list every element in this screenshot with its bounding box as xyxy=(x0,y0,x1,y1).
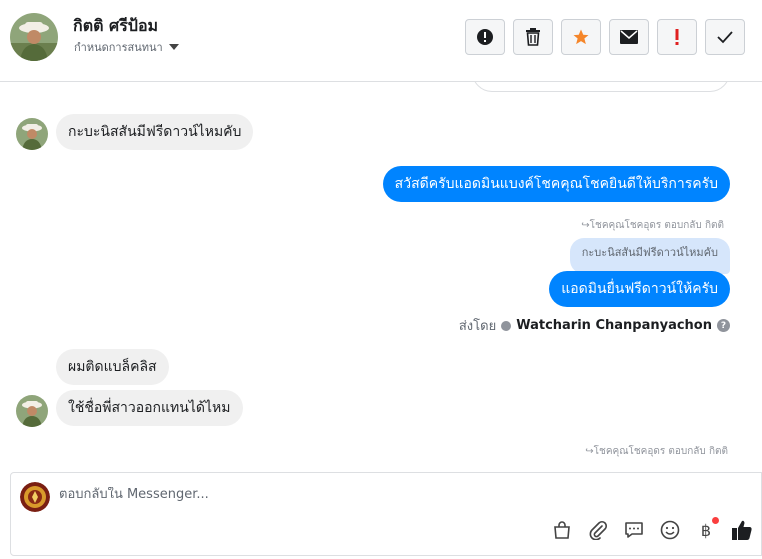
saved-replies-button[interactable] xyxy=(623,519,645,541)
contact-avatar[interactable] xyxy=(10,13,58,61)
agent-name[interactable]: Watcharin Chanpanyachon xyxy=(516,318,712,333)
outgoing-message[interactable]: แอดมินยื่นฟรีดาวน์ให้ครับ xyxy=(549,271,730,307)
contact-avatar-small xyxy=(16,395,48,427)
notification-dot xyxy=(712,517,719,524)
star-icon xyxy=(573,29,589,45)
caret-down-icon xyxy=(168,44,179,50)
header-actions xyxy=(465,19,745,55)
sent-by-label: ส่งโดย xyxy=(458,319,497,334)
star-button[interactable] xyxy=(561,19,601,55)
emoji-icon xyxy=(660,520,680,540)
reply-input[interactable] xyxy=(59,487,719,502)
mark-spam-button[interactable] xyxy=(465,19,505,55)
like-button[interactable] xyxy=(731,519,753,541)
composer-tools: ฿ xyxy=(551,517,753,541)
page-avatar xyxy=(20,482,50,512)
sent-by-line: ส่งโดย Watcharin Chanpanyachon ? xyxy=(459,315,730,336)
payment-button[interactable]: ฿ xyxy=(695,517,719,541)
reply-meta: ↪โชคคุณโชคอุดร ตอบกลับ กิตติ xyxy=(585,446,728,457)
baht-payment-icon: ฿ xyxy=(700,520,712,540)
envelope-icon xyxy=(620,30,638,44)
reply-meta: ↪โชคคุณโชคอุดร ตอบกลับ กิตติ xyxy=(581,220,724,231)
incoming-message[interactable]: กะบะนิสสันมีฟรีดาวน์ไหมคับ xyxy=(56,114,254,150)
mark-done-button[interactable] xyxy=(705,19,745,55)
exclamation-icon xyxy=(675,29,679,45)
alert-circle-icon xyxy=(477,29,493,45)
follow-up-button[interactable] xyxy=(657,19,697,55)
delete-button[interactable] xyxy=(513,19,553,55)
attach-button[interactable] xyxy=(587,519,609,541)
reply-composer: ฿ xyxy=(10,472,762,556)
checkmark-icon xyxy=(717,31,733,44)
outgoing-message[interactable]: สวัสดีครับแอดมินแบงค์โชคคุณโชคยินดีให้บร… xyxy=(382,166,730,202)
incoming-message[interactable]: ผมติดแบล็คลิส xyxy=(56,349,169,385)
mark-unread-button[interactable] xyxy=(609,19,649,55)
help-icon[interactable]: ? xyxy=(717,319,730,332)
emoji-button[interactable] xyxy=(659,519,681,541)
shopping-bag-icon xyxy=(554,521,570,539)
contact-avatar-small xyxy=(16,118,48,150)
verified-icon xyxy=(501,320,512,331)
saved-replies-icon xyxy=(625,522,643,538)
assign-conversation-dropdown[interactable]: กำหนดการสนทนา xyxy=(74,38,179,56)
conversation-header: กิตติ ศรีป้อม กำหนดการสนทนา xyxy=(0,0,762,82)
shopping-bag-button[interactable] xyxy=(551,519,573,541)
paperclip-icon xyxy=(589,520,608,540)
previous-message-bubble xyxy=(472,82,730,92)
message-thread: กะบะนิสสันมีฟรีดาวน์ไหมคับ สวัสดีครับแอด… xyxy=(0,82,762,468)
trash-icon xyxy=(526,28,540,46)
contact-name[interactable]: กิตติ ศรีป้อม xyxy=(73,14,158,39)
assign-label: กำหนดการสนทนา xyxy=(74,41,163,54)
incoming-message[interactable]: ใช้ชื่อพี่สาวออกแทนได้ไหม xyxy=(56,390,243,426)
quoted-message[interactable]: กะบะนิสสันมีฟรีดาวน์ไหมคับ xyxy=(569,238,730,274)
like-icon xyxy=(732,520,752,540)
